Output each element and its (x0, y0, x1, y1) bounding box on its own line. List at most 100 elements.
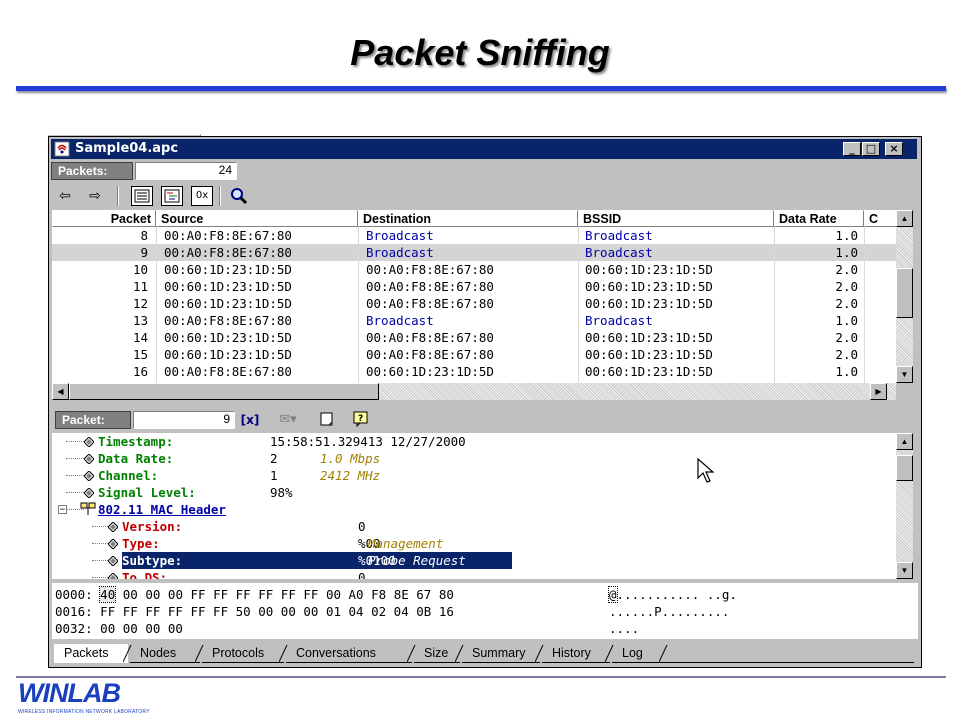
collapse-toggle-icon[interactable]: − (58, 505, 67, 515)
hscroll-thumb[interactable] (69, 383, 379, 400)
tree-item[interactable]: Signal Level: 98% (52, 484, 896, 501)
clear-packet-button[interactable]: [x] (239, 411, 261, 429)
logo-subtitle: WIRELESS INFORMATION NETWORK LABORATORY (18, 709, 150, 715)
packet-list[interactable]: Packet Source Destination BSSID Data Rat… (52, 210, 896, 383)
hex-ascii[interactable]: @........... ..g. (608, 586, 737, 603)
back-button[interactable]: ⇦ (53, 185, 77, 207)
scroll-down-button[interactable]: ▼ (896, 366, 913, 383)
tab-history[interactable]: History (542, 644, 610, 663)
tree-connector (66, 475, 84, 476)
field-node-icon (84, 471, 94, 481)
tree-item[interactable]: − 802.11 MAC Header (52, 501, 896, 518)
packet-row[interactable]: 14 00:60:1D:23:1D:5D 00:A0:F8:8E:67:80 00:6… (52, 329, 896, 346)
hex-dump[interactable]: 0000: 40 00 00 00 FF FF FF FF FF FF 00 A… (52, 583, 918, 639)
hex-view-button[interactable]: 0x (191, 186, 213, 206)
packet-cell-packet: 10 (132, 262, 148, 277)
help-button[interactable]: ? (351, 411, 371, 429)
hex-ascii[interactable]: .... (609, 620, 639, 637)
packet-cell-rate: 2.0 (835, 296, 858, 311)
network-header-icon (80, 502, 96, 515)
column-divider (156, 227, 157, 383)
tree-scroll-thumb[interactable] (896, 455, 913, 481)
packet-cell-packet: 13 (132, 313, 148, 328)
forward-button[interactable]: ⇨ (83, 185, 107, 207)
scroll-thumb[interactable] (896, 268, 913, 318)
packet-row[interactable]: 15 00:60:1D:23:1D:5D 00:A0:F8:8E:67:80 00:6… (52, 346, 896, 363)
packet-number-field[interactable]: 9 (133, 411, 235, 429)
packet-cell-bssid: 00:60:1D:23:1D:5D (585, 364, 713, 379)
tree-connector (66, 458, 84, 459)
tree-item[interactable]: To DS: 0 (52, 569, 896, 579)
packet-cell-source: 00:60:1D:23:1D:5D (164, 330, 292, 345)
tree-item[interactable]: Version: 0 (52, 518, 896, 535)
tree-item[interactable]: Data Rate: 2 1.0 Mbps (52, 450, 896, 467)
tree-item-label: Channel: (98, 468, 159, 483)
packet-cell-bssid: 00:60:1D:23:1D:5D (585, 279, 713, 294)
maximize-button[interactable]: □ (862, 142, 880, 156)
scroll-right-button[interactable]: ▶ (870, 383, 887, 400)
hex-bytes: FF FF FF FF FF FF 50 00 00 00 01 04 02 0… (100, 604, 454, 619)
tab-packets[interactable]: Packets (54, 644, 128, 663)
packet-list-hscrollbar[interactable]: ◀ ▶ (52, 383, 896, 400)
column-header-destination[interactable]: Destination (358, 210, 578, 227)
packet-cell-rate: 2.0 (835, 262, 858, 277)
mail-packet-button[interactable]: ✉▾ (271, 411, 305, 429)
packet-cell-destination: Broadcast (366, 313, 434, 328)
arrow-right-icon: ▶ (875, 387, 882, 396)
arrow-up-icon: ▲ (900, 214, 909, 223)
hex-bytes: 00 00 00 FF FF FF FF FF FF 00 A0 F8 8E 6… (122, 587, 454, 602)
hex-row[interactable]: 0000: 40 00 00 00 FF FF FF FF FF FF 00 A… (55, 586, 454, 603)
tab-conversations[interactable]: Conversations (286, 644, 412, 663)
tree-scroll-up-button[interactable]: ▲ (896, 433, 913, 450)
hex-row[interactable]: 0032: 00 00 00 00 (55, 620, 183, 637)
tree-scroll-down-button[interactable]: ▼ (896, 562, 913, 579)
tab-protocols[interactable]: Protocols (202, 644, 284, 663)
packet-row[interactable]: 9 00:A0:F8:8E:67:80 Broadcast Broadcast 1.0 (52, 244, 896, 261)
tab-log[interactable]: Log (612, 644, 664, 663)
tree-item-label: Subtype: (122, 553, 183, 568)
tree-item-info: Management (368, 536, 444, 551)
packet-row[interactable]: 11 00:60:1D:23:1D:5D 00:A0:F8:8E:67:80 00:6… (52, 278, 896, 295)
detail-view-button[interactable] (161, 186, 183, 206)
tab-summary[interactable]: Summary (462, 644, 540, 663)
list-view-button[interactable] (131, 186, 153, 206)
column-header-packet[interactable]: Packet (52, 210, 156, 227)
packet-row[interactable]: 12 00:60:1D:23:1D:5D 00:A0:F8:8E:67:80 00:6… (52, 295, 896, 312)
packet-row[interactable]: 8 00:A0:F8:8E:67:80 Broadcast Broadcast 1.0 (52, 227, 896, 244)
minimize-icon: _ (849, 142, 855, 155)
minimize-button[interactable]: _ (843, 142, 861, 156)
decode-tree[interactable]: Timestamp: 15:58:51.329413 12/27/2000 Data… (52, 433, 896, 579)
tree-item[interactable]: Type: %00 Management (52, 535, 896, 552)
tree-item[interactable]: Timestamp: 15:58:51.329413 12/27/2000 (52, 433, 896, 450)
help-balloon-icon: ? (353, 411, 368, 428)
decode-tree-vscrollbar[interactable]: ▲ ▼ (896, 433, 913, 579)
column-header-source[interactable]: Source (156, 210, 358, 227)
find-button[interactable] (227, 185, 251, 207)
column-header-data-rate[interactable]: Data Rate (774, 210, 864, 227)
packet-row[interactable]: 13 00:A0:F8:8E:67:80 Broadcast Broadcast 1.0 (52, 312, 896, 329)
scroll-left-button[interactable]: ◀ (52, 383, 69, 400)
hex-row[interactable]: 0016: FF FF FF FF FF FF 50 00 00 00 01 0… (55, 603, 454, 620)
tree-item-info: 1.0 Mbps (320, 451, 381, 466)
packet-list-vscrollbar[interactable]: ▲ ▼ (896, 210, 913, 383)
packet-cell-bssid: Broadcast (585, 245, 653, 260)
scroll-up-button[interactable]: ▲ (896, 210, 913, 227)
tree-item[interactable]: Subtype: %0100 Probe Request (52, 552, 896, 569)
packet-cell-rate: 2.0 (835, 330, 858, 345)
packet-row[interactable]: 16 00:A0:F8:8E:67:80 00:60:1D:23:1D:5D 00:6… (52, 363, 896, 380)
tree-item-label: Timestamp: (98, 434, 174, 449)
tree-item[interactable]: Channel: 1 2412 MHz (52, 467, 896, 484)
packet-cell-packet: 16 (132, 364, 148, 379)
window-titlebar[interactable]: Sample04.apc _ □ × (51, 139, 917, 159)
packet-capture-window: Sample04.apc _ □ × Packets: 24 ⇦ ⇨ 0x Pa… (48, 136, 922, 668)
tab-size[interactable]: Size (414, 644, 460, 663)
packet-row[interactable]: 10 00:60:1D:23:1D:5D 00:A0:F8:8E:67:80 00:6… (52, 261, 896, 278)
note-button[interactable] (317, 411, 337, 429)
column-header-bssid[interactable]: BSSID (578, 210, 774, 227)
tab-nodes[interactable]: Nodes (130, 644, 200, 663)
back-arrow-icon: ⇦ (59, 188, 71, 204)
arrow-down-icon: ▼ (900, 566, 909, 575)
close-button[interactable]: × (885, 142, 903, 156)
column-header-channel[interactable]: C (864, 210, 896, 227)
hex-ascii[interactable]: ......P......... (609, 603, 729, 620)
